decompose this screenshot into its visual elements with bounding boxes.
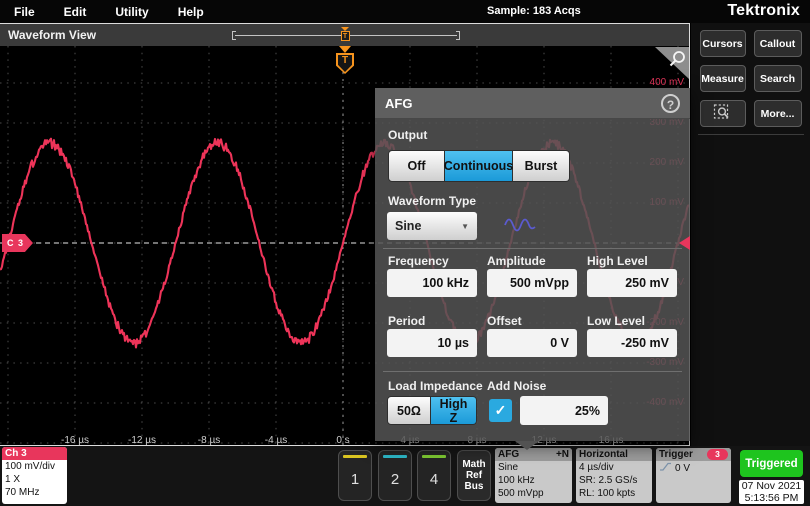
high-level-field[interactable]: 250 mV: [587, 269, 677, 297]
afg-badge-amplitude: 500 mVpp: [495, 487, 572, 500]
horizontal-sample-rate: SR: 2.5 GS/s: [576, 474, 652, 487]
menu-edit[interactable]: Edit: [64, 5, 87, 19]
triangle-down-icon: [339, 46, 351, 53]
output-continuous-button[interactable]: Continuous: [445, 150, 513, 182]
waveform-type-value: Sine: [395, 219, 421, 233]
channel2-button[interactable]: 2: [378, 450, 412, 501]
menu-help[interactable]: Help: [178, 5, 204, 19]
math-ref-bus-button[interactable]: Math Ref Bus: [457, 450, 491, 501]
zoom-corner-icon[interactable]: [655, 47, 689, 79]
time-value: 5:13:56 PM: [739, 493, 804, 505]
ch3-bandwidth: 70 MHz: [2, 486, 67, 499]
afg-dialog-title: AFG: [385, 96, 412, 111]
load-impedance-segmented-control: 50Ω High Z: [387, 396, 477, 425]
tektronix-logo: Tektronix: [727, 2, 800, 20]
horizontal-badge-title: Horizontal: [579, 448, 628, 461]
rising-edge-icon: [659, 461, 672, 476]
check-icon: ✓: [495, 402, 507, 419]
x-axis-label: -8 µs: [183, 435, 235, 446]
impedance-highz-button[interactable]: High Z: [431, 396, 477, 425]
trigger-badge[interactable]: Trigger 3 0 V: [656, 448, 731, 503]
afg-dialog: AFG ? Output Off Continuous Burst Wavefo…: [375, 88, 690, 441]
output-off-button[interactable]: Off: [388, 150, 445, 182]
output-burst-button[interactable]: Burst: [513, 150, 570, 182]
x-axis-label: -4 µs: [250, 435, 302, 446]
trigger-t-icon: T: [341, 31, 350, 41]
afg-noise-indicator: +N: [556, 448, 569, 461]
add-noise-label: Add Noise: [487, 379, 546, 393]
waveform-type-label: Waveform Type: [388, 194, 476, 208]
zoom-select-icon: [713, 103, 732, 124]
triggered-status-badge: Triggered: [740, 450, 803, 477]
dialog-pointer: [515, 441, 539, 450]
sine-wave-icon: [503, 213, 537, 242]
x-axis-label: -16 µs: [49, 435, 101, 446]
add-noise-checkbox[interactable]: ✓: [489, 399, 512, 422]
ch3-badge[interactable]: Ch 3 100 mV/div 1 X 70 MHz: [2, 447, 67, 504]
datetime-display: 07 Nov 2021 5:13:56 PM: [739, 480, 804, 504]
afg-badge-frequency: 100 kHz: [495, 474, 572, 487]
horizontal-record-length: RL: 100 kpts: [576, 487, 652, 500]
impedance-50ohm-button[interactable]: 50Ω: [387, 396, 431, 425]
afg-dialog-header[interactable]: AFG ?: [375, 88, 690, 119]
period-field[interactable]: 10 µs: [387, 329, 477, 357]
callout-button[interactable]: Callout: [754, 30, 802, 57]
afg-badge[interactable]: AFG +N Sine 100 kHz 500 mVpp: [495, 448, 572, 503]
menu-bar: File Edit Utility Help Sample: 183 Acqs …: [0, 0, 810, 23]
section-divider: [383, 371, 682, 372]
trigger-position-mini-marker[interactable]: T: [339, 27, 351, 41]
horizontal-scale: 4 µs/div: [576, 461, 652, 474]
x-axis-label: -12 µs: [116, 435, 168, 446]
high-level-label: High Level: [587, 254, 648, 268]
trigger-level-arrow[interactable]: [679, 236, 690, 250]
help-icon[interactable]: ?: [661, 94, 680, 113]
search-button[interactable]: Search: [754, 65, 802, 92]
acquisition-overview-bar[interactable]: T: [232, 31, 460, 40]
output-segmented-control: Off Continuous Burst: [388, 150, 570, 182]
channel1-button[interactable]: 1: [338, 450, 372, 501]
more-button[interactable]: More...: [754, 100, 802, 127]
offset-field[interactable]: 0 V: [487, 329, 577, 357]
trigger-t-flag: T: [336, 53, 354, 74]
menu-file[interactable]: File: [14, 5, 35, 19]
frequency-label: Frequency: [388, 254, 449, 268]
amplitude-field[interactable]: 500 mVpp: [487, 269, 577, 297]
section-divider: [383, 248, 682, 249]
output-label: Output: [388, 128, 427, 142]
waveform-tab-bar: Waveform View T: [0, 24, 689, 46]
ch3-badge-title: Ch 3: [5, 447, 27, 460]
low-level-field[interactable]: -250 mV: [587, 329, 677, 357]
waveform-type-dropdown[interactable]: Sine ▼: [387, 212, 477, 240]
tab-waveform-view[interactable]: Waveform View: [8, 28, 96, 42]
ch3-attenuation: 1 X: [2, 473, 67, 486]
channel4-button[interactable]: 4: [417, 450, 451, 501]
noise-percent-field[interactable]: 25%: [520, 396, 608, 425]
right-toolbar: Cursors Callout Measure Search More...: [691, 23, 810, 446]
offset-label: Offset: [487, 314, 522, 328]
trigger-marker-icon[interactable]: T: [336, 46, 354, 74]
acquisition-status: Sample: 183 Acqs: [487, 5, 581, 17]
toolbar-divider: [698, 134, 804, 135]
ch3-scale: 100 mV/div: [2, 460, 67, 473]
zoom-select-button[interactable]: [700, 100, 746, 127]
trigger-source-badge: 3: [707, 449, 728, 460]
amplitude-label: Amplitude: [487, 254, 546, 268]
bottom-status-bar: Ch 3 100 mV/div 1 X 70 MHz 1 2 4 Math Re…: [0, 446, 810, 506]
chevron-down-icon: ▼: [461, 222, 469, 231]
cursors-button[interactable]: Cursors: [700, 30, 746, 57]
menu-utility[interactable]: Utility: [115, 5, 148, 19]
overview-right-bracket: [456, 31, 460, 40]
afg-badge-shape: Sine: [495, 461, 572, 474]
frequency-field[interactable]: 100 kHz: [387, 269, 477, 297]
date-value: 07 Nov 2021: [739, 481, 804, 493]
measure-button[interactable]: Measure: [700, 65, 746, 92]
horizontal-badge[interactable]: Horizontal 4 µs/div SR: 2.5 GS/s RL: 100…: [576, 448, 652, 503]
trigger-badge-title: Trigger: [659, 448, 693, 461]
trigger-level-value: 0 V: [675, 462, 690, 475]
oscilloscope-screen: File Edit Utility Help Sample: 183 Acqs …: [0, 0, 810, 506]
period-label: Period: [388, 314, 425, 328]
low-level-label: Low Level: [587, 314, 645, 328]
x-axis-label: 0 s: [317, 435, 369, 446]
load-impedance-label: Load Impedance: [388, 379, 483, 393]
